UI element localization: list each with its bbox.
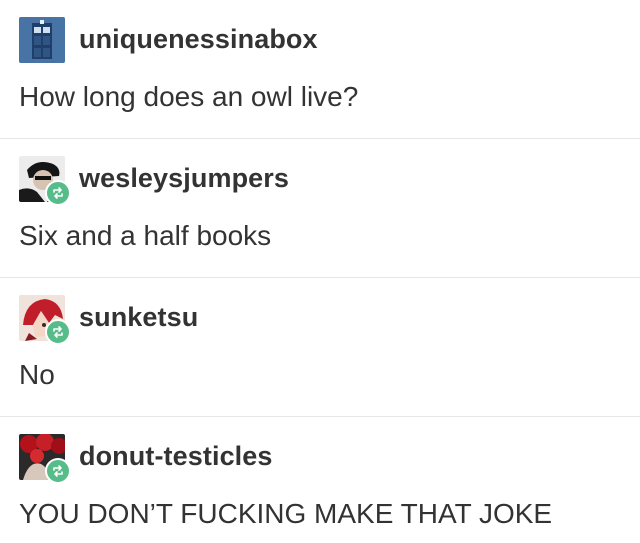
post: uniquenessinabox How long does an owl li… [0,0,640,139]
username[interactable]: donut-testicles [79,441,273,472]
username[interactable]: wesleysjumpers [79,163,289,194]
reblog-thread: uniquenessinabox How long does an owl li… [0,0,640,543]
avatar[interactable] [19,156,71,206]
post: donut-testicles YOU DON’T FUCKING MAKE T… [0,417,640,543]
post-text: How long does an owl live? [19,81,359,112]
reblog-icon [45,180,71,206]
post-text: No [19,359,55,390]
tardis-avatar-icon [19,17,65,63]
post-text: Six and a half books [19,220,272,251]
post-text: YOU DON’T FUCKING MAKE THAT JOKE [19,498,553,529]
avatar[interactable] [19,17,65,63]
reblog-icon [45,458,71,484]
avatar[interactable] [19,434,71,484]
post: sunketsu No [0,278,640,417]
username[interactable]: uniquenessinabox [79,24,318,55]
post: wesleysjumpers Six and a half books [0,139,640,278]
username[interactable]: sunketsu [79,302,198,333]
avatar[interactable] [19,295,71,345]
reblog-icon [45,319,71,345]
